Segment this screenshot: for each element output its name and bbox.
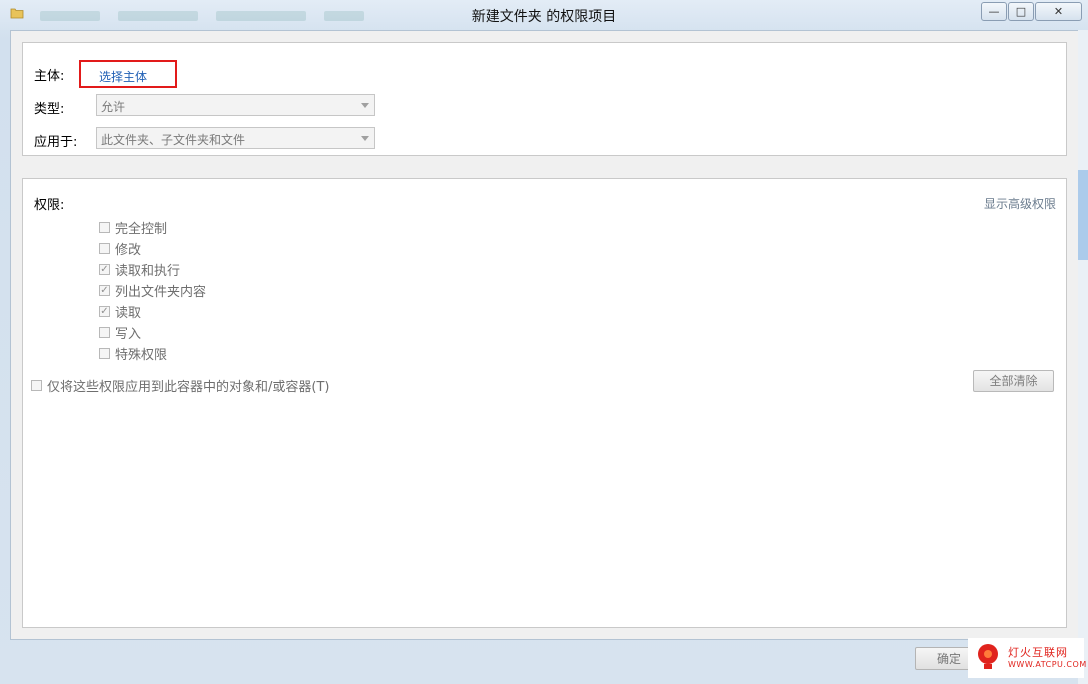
- permission-modify[interactable]: 修改: [99, 238, 206, 259]
- permission-label: 完全控制: [115, 222, 168, 237]
- applies-to-dropdown-value: 此文件夹、子文件夹和文件: [101, 133, 246, 147]
- permission-read[interactable]: ✓ 读取: [99, 301, 206, 322]
- checkmark-icon: ✓: [100, 306, 109, 317]
- maximize-button[interactable]: □: [1008, 2, 1034, 21]
- checkbox[interactable]: [99, 348, 110, 359]
- close-button[interactable]: ✕: [1035, 2, 1082, 21]
- type-dropdown[interactable]: 允许: [96, 94, 375, 116]
- checkbox[interactable]: ✓: [99, 264, 110, 275]
- permission-label: 列出文件夹内容: [115, 285, 207, 300]
- chevron-down-icon: [361, 136, 369, 141]
- type-label: 类型:: [34, 102, 65, 117]
- checkbox[interactable]: [99, 243, 110, 254]
- basic-permissions-list: 完全控制 修改 ✓ 读取和执行 ✓ 列出文件夹内容 ✓ 读取 写入 特殊权限: [99, 217, 206, 364]
- permission-full-control[interactable]: 完全控制: [99, 217, 206, 238]
- permission-read-execute[interactable]: ✓ 读取和执行: [99, 259, 206, 280]
- watermark: 灯火互联网 WWW.ATCPU.COM: [968, 638, 1087, 678]
- permission-list-folder[interactable]: ✓ 列出文件夹内容: [99, 280, 206, 301]
- permissions-label: 权限:: [34, 198, 65, 213]
- permission-label: 修改: [115, 243, 142, 258]
- permission-label: 读取和执行: [115, 264, 181, 279]
- chevron-down-icon: [361, 103, 369, 108]
- checkmark-icon: ✓: [100, 264, 109, 275]
- select-principal-highlight: 选择主体: [79, 60, 177, 88]
- checkbox[interactable]: ✓: [99, 285, 110, 296]
- background-scroll-hint: [1078, 170, 1088, 260]
- select-principal-link[interactable]: 选择主体: [99, 68, 147, 85]
- clear-all-button[interactable]: 全部清除: [973, 370, 1054, 392]
- checkbox[interactable]: [99, 222, 110, 233]
- type-dropdown-value: 允许: [101, 100, 126, 114]
- window-title: 新建文件夹 的权限项目: [471, 9, 617, 25]
- permission-entry-window: 新建文件夹 的权限项目 — □ ✕ 主体: 选择主体 类型: 允许 应用于: 此…: [0, 0, 1088, 684]
- principal-label: 主体:: [34, 69, 65, 84]
- permission-special[interactable]: 特殊权限: [99, 343, 206, 364]
- watermark-title: 灯火互联网: [1008, 646, 1068, 659]
- permission-write[interactable]: 写入: [99, 322, 206, 343]
- permission-label: 读取: [115, 306, 142, 321]
- title-bar: 新建文件夹 的权限项目 — □ ✕: [0, 0, 1088, 30]
- checkmark-icon: ✓: [100, 285, 109, 296]
- principal-panel: 主体: 选择主体 类型: 允许 应用于: 此文件夹、子文件夹和文件: [22, 42, 1067, 156]
- permissions-panel: 权限: 显示高级权限 完全控制 修改 ✓ 读取和执行 ✓ 列出文件夹内容 ✓ 读…: [22, 178, 1067, 628]
- applies-to-label: 应用于:: [34, 135, 78, 150]
- show-advanced-permissions-link[interactable]: 显示高级权限: [984, 195, 1056, 212]
- apply-only-label: 仅将这些权限应用到此容器中的对象和/或容器(T): [47, 380, 330, 395]
- minimize-button[interactable]: —: [981, 2, 1007, 21]
- dialog-client-area: 主体: 选择主体 类型: 允许 应用于: 此文件夹、子文件夹和文件 权限: 显示…: [10, 30, 1080, 640]
- watermark-url: WWW.ATCPU.COM: [1008, 660, 1087, 669]
- checkbox[interactable]: ✓: [99, 306, 110, 317]
- checkbox[interactable]: [31, 380, 42, 391]
- checkbox[interactable]: [99, 327, 110, 338]
- background-window-edge: [1078, 30, 1088, 684]
- applies-to-dropdown[interactable]: 此文件夹、子文件夹和文件: [96, 127, 375, 149]
- apply-only-to-container-option[interactable]: 仅将这些权限应用到此容器中的对象和/或容器(T): [31, 376, 329, 395]
- lightbulb-logo-icon: [978, 644, 998, 669]
- permission-label: 写入: [115, 327, 142, 342]
- permission-label: 特殊权限: [115, 348, 168, 363]
